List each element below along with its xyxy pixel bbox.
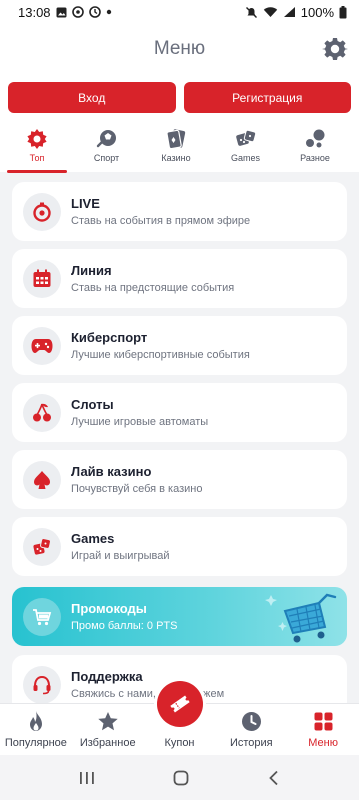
menu-item-line[interactable]: Линия Ставь на предстоящие события	[12, 249, 347, 308]
battery-icon	[339, 5, 347, 19]
mute-icon	[245, 6, 258, 19]
tab-label: Топ	[29, 153, 45, 163]
menu-item-subtitle: Играй и выигрывай	[71, 550, 170, 562]
tab-sport[interactable]: Спорт	[75, 128, 139, 172]
login-button[interactable]: Вход	[8, 82, 176, 113]
home-icon[interactable]	[173, 770, 189, 786]
calendar-icon	[23, 259, 61, 298]
grid-icon	[314, 710, 333, 732]
tab-label: Games	[230, 153, 260, 163]
casino-cards-icon	[165, 128, 187, 150]
stopwatch-icon	[23, 192, 61, 231]
nav-history[interactable]: История	[215, 704, 287, 755]
promo-title: Промокоды	[71, 601, 147, 616]
status-bar: 13:08 100%	[0, 0, 359, 24]
tab-label: Спорт	[93, 153, 120, 163]
tab-casino[interactable]: Казино	[144, 128, 208, 172]
register-button[interactable]: Регистрация	[183, 82, 351, 113]
wifi-icon	[263, 6, 278, 18]
menu-item-esports[interactable]: Киберспорт Лучшие киберспортивные событи…	[12, 316, 347, 375]
menu-item-subtitle: Лучшие игровые автоматы	[71, 416, 209, 428]
sync-icon	[71, 6, 84, 18]
gallery-icon	[56, 7, 67, 18]
nav-label: Популярное	[4, 737, 67, 749]
menu-item-title: Слоты	[71, 397, 114, 412]
recent-apps-icon[interactable]	[79, 771, 95, 785]
dice-icon	[23, 527, 61, 566]
menu-item-live-casino[interactable]: Лайв казино Почувствуй себя в казино	[12, 450, 347, 509]
back-icon[interactable]	[268, 770, 280, 786]
gamepad-icon	[23, 326, 61, 365]
menu-header: Меню Вход Регистрация Топ Спорт Казино G…	[0, 24, 359, 173]
menu-item-title: Games	[71, 531, 115, 546]
clock-icon	[241, 710, 262, 732]
tab-games[interactable]: Games	[214, 128, 278, 172]
headset-icon	[23, 665, 61, 704]
nav-favorites[interactable]: Избранное	[72, 704, 144, 755]
menu-item-promocodes[interactable]: Промокоды Промо баллы: 0 PTS	[12, 587, 347, 646]
promo-subtitle: Промо баллы: 0 PTS	[71, 620, 178, 632]
category-tabs: Топ Спорт Казино Games Разное	[0, 128, 359, 173]
page-title: Меню	[153, 38, 206, 59]
dot-icon	[106, 9, 112, 15]
menu-item-subtitle: Ставь на предстоящие события	[71, 282, 235, 294]
nav-label: Избранное	[79, 737, 136, 749]
dice-icon	[235, 128, 257, 150]
battery-percent: 100%	[300, 4, 334, 20]
basket-illustration-icon	[261, 589, 341, 646]
misc-circles-icon	[304, 128, 326, 150]
signal-icon	[283, 6, 296, 18]
system-nav-bar	[0, 755, 359, 800]
target-icon	[88, 6, 101, 18]
tab-label: Разное	[300, 153, 330, 163]
status-time: 13:08	[18, 4, 51, 20]
menu-item-live[interactable]: LIVE Ставь на события в прямом эфире	[12, 182, 347, 241]
star-icon	[97, 710, 119, 732]
menu-item-games[interactable]: Games Играй и выигрывай	[12, 517, 347, 576]
nav-menu[interactable]: Меню	[287, 704, 359, 755]
nav-label: Купон	[164, 737, 195, 749]
menu-item-subtitle: Почувствуй себя в казино	[71, 483, 203, 495]
tab-label: Казино	[161, 153, 191, 163]
settings-gear-icon[interactable]	[322, 36, 348, 62]
nav-label: Меню	[308, 737, 338, 749]
cherries-icon	[23, 393, 61, 432]
menu-item-title: Лайв казино	[71, 464, 152, 479]
flame-icon	[27, 710, 45, 732]
menu-item-slots[interactable]: Слоты Лучшие игровые автоматы	[12, 383, 347, 442]
ticket-icon	[168, 692, 192, 716]
menu-item-title: Поддержка	[71, 669, 143, 684]
nav-popular[interactable]: Популярное	[0, 704, 72, 755]
coupon-button[interactable]	[157, 681, 203, 727]
tab-misc[interactable]: Разное	[283, 128, 347, 172]
menu-item-subtitle: Лучшие киберспортивные события	[71, 349, 250, 361]
menu-item-subtitle: Ставь на события в прямом эфире	[71, 215, 251, 227]
spade-icon	[23, 460, 61, 499]
top-badge-icon	[26, 128, 48, 150]
menu-item-title: Линия	[71, 263, 112, 278]
menu-item-title: Киберспорт	[71, 330, 148, 345]
menu-item-title: LIVE	[71, 196, 100, 211]
sport-ball-icon	[96, 128, 118, 150]
cart-icon	[23, 597, 61, 636]
tab-top[interactable]: Топ	[5, 128, 69, 173]
nav-label: История	[229, 737, 273, 749]
